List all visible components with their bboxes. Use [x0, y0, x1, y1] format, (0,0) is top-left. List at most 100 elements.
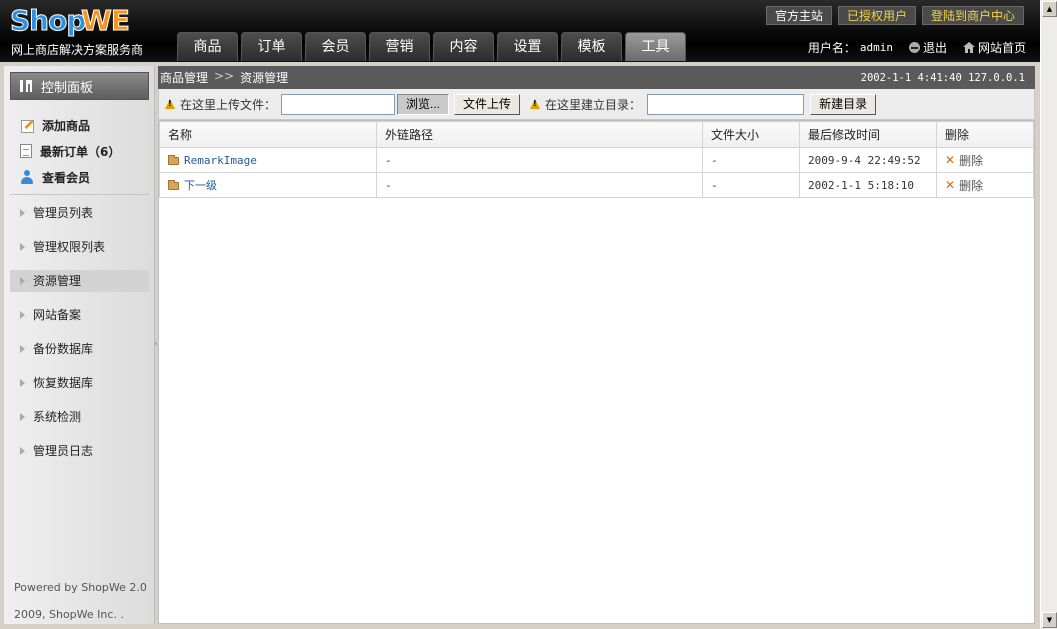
folder-icon — [168, 154, 179, 165]
control-panel-title: 控制面板 — [41, 80, 94, 96]
col-file-size[interactable]: 文件大小 — [702, 121, 800, 148]
top-header: Shop WE 网上商店解决方案服务商 官方主站 已授权用户 登陆到商户中心 商… — [0, 0, 1040, 62]
arrow-right-icon — [20, 413, 25, 421]
arrow-right-icon — [20, 277, 25, 285]
warning-icon — [530, 99, 541, 109]
scroll-down-button[interactable]: ▼ — [1042, 612, 1057, 628]
sidebar-item-backup-db[interactable]: 备份数据库 — [10, 338, 149, 360]
mkdir-label: 在这里建立目录： — [545, 97, 642, 112]
table-header-row: 名称 外链路径 文件大小 最后修改时间 删除 — [159, 121, 1034, 148]
file-name[interactable]: 下一级 — [184, 179, 217, 192]
delete-button[interactable]: ✕ 删除 — [945, 177, 1033, 194]
sidebar-item-admin-list[interactable]: 管理员列表 — [10, 202, 149, 224]
folder-icon — [168, 180, 179, 190]
logo-shop-text: Shop — [9, 4, 86, 38]
sidebar-footer: Powered by ShopWe 2.0 2009, ShopWe Inc. … — [14, 574, 147, 628]
table-row: 下一级 - - 2002-1-1 5:18:10 ✕ 删除 — [159, 172, 1034, 198]
delete-label: 删除 — [959, 153, 984, 168]
browse-button[interactable]: 浏览... — [397, 93, 450, 115]
merchant-center-link[interactable]: 登陆到商户中心 — [921, 6, 1024, 25]
upload-label: 在这里上传文件： — [180, 97, 277, 112]
arrow-right-icon — [20, 311, 25, 319]
upload-file-input[interactable] — [281, 93, 396, 115]
file-name[interactable]: RemarkImage — [184, 154, 257, 167]
tab-members[interactable]: 会员 — [305, 32, 366, 61]
arrow-right-icon — [20, 379, 25, 387]
tab-orders[interactable]: 订单 — [241, 32, 302, 61]
file-name-cell[interactable]: 下一级 — [159, 172, 377, 198]
copyright-text: 2009, ShopWe Inc. . — [14, 608, 124, 621]
link-path-cell: - — [376, 172, 703, 198]
tab-templates[interactable]: 模板 — [561, 32, 622, 61]
vertical-scrollbar[interactable]: ▲ ▼ — [1040, 0, 1057, 629]
table-row: RemarkImage - - 2009-9-4 22:49:52 ✕ 删除 — [159, 147, 1034, 173]
minus-circle-icon — [908, 42, 920, 53]
modified-cell: 2002-1-1 5:18:10 — [799, 172, 937, 198]
edit-icon — [20, 118, 34, 133]
delete-label: 删除 — [959, 178, 984, 193]
user-icon — [20, 170, 34, 184]
sidebar-item-system-check[interactable]: 系统检测 — [10, 406, 149, 428]
modified-cell: 2009-9-4 22:49:52 — [799, 147, 937, 173]
tab-products[interactable]: 商品 — [177, 32, 238, 61]
datetime-ip-stamp: 2002-1-1 4:41:40 127.0.0.1 — [860, 71, 1025, 84]
logout-label: 退出 — [922, 41, 947, 55]
scroll-up-button[interactable]: ▲ — [1042, 1, 1057, 17]
sidebar: 控制面板 添加商品 最新订单（6） 查看会员 管理员列表 管理权限列表 资源管理 — [4, 66, 155, 624]
col-delete: 删除 — [936, 121, 1034, 148]
delete-x-icon: ✕ — [945, 178, 956, 192]
sidebar-item-site-filing[interactable]: 网站备案 — [10, 304, 149, 326]
logout-link[interactable]: 退出 — [908, 39, 947, 56]
sidebar-item-admin-log[interactable]: 管理员日志 — [10, 440, 149, 462]
control-panel-header[interactable]: 控制面板 — [10, 72, 149, 100]
username-label: 用户名： — [807, 41, 856, 55]
arrow-right-icon — [20, 447, 25, 455]
add-product-link[interactable]: 添加商品 — [20, 112, 120, 138]
home-icon — [962, 42, 975, 53]
view-members-link[interactable]: 查看会员 — [20, 164, 120, 190]
main-nav: 商品 订单 会员 营销 内容 设置 模板 工具 — [177, 32, 686, 61]
arrow-right-icon — [20, 345, 25, 353]
col-link-path[interactable]: 外链路径 — [376, 121, 703, 148]
tools-menu: 管理员列表 管理权限列表 资源管理 网站备案 备份数据库 恢复数据库 系统检测 — [10, 202, 149, 474]
file-table: 名称 外链路径 文件大小 最后修改时间 删除 RemarkImage - - 2… — [159, 121, 1034, 198]
site-home-link[interactable]: 网站首页 — [962, 39, 1026, 56]
delete-button[interactable]: ✕ 删除 — [945, 152, 1033, 169]
sidebar-divider — [10, 194, 149, 195]
col-name[interactable]: 名称 — [159, 121, 377, 148]
upload-button[interactable]: 文件上传 — [454, 93, 521, 115]
tools-icon — [19, 79, 34, 93]
breadcrumb-products[interactable]: 商品管理 — [160, 69, 208, 86]
tab-marketing[interactable]: 营销 — [369, 32, 430, 61]
file-size-cell: - — [702, 172, 800, 198]
sidebar-item-label: 管理员列表 — [33, 206, 94, 220]
tab-tools[interactable]: 工具 — [625, 32, 686, 61]
site-home-label: 网站首页 — [977, 41, 1026, 55]
tab-content[interactable]: 内容 — [433, 32, 494, 61]
sidebar-item-label: 管理权限列表 — [33, 240, 106, 254]
sidebar-item-label: 恢复数据库 — [33, 376, 94, 390]
new-directory-button[interactable]: 新建目录 — [810, 93, 877, 115]
licensed-user-link[interactable]: 已授权用户 — [837, 6, 916, 25]
official-site-link[interactable]: 官方主站 — [765, 6, 832, 25]
directory-name-input[interactable] — [647, 93, 805, 115]
file-name-cell[interactable]: RemarkImage — [159, 147, 377, 173]
user-bar: 用户名： admin 退出 网站首页 — [808, 39, 1026, 56]
arrow-right-icon — [20, 243, 25, 251]
warning-icon — [165, 99, 175, 109]
col-modified[interactable]: 最后修改时间 — [799, 121, 937, 148]
latest-orders-link[interactable]: 最新订单（6） — [20, 138, 120, 164]
shopwe-logo[interactable]: Shop WE — [9, 4, 130, 38]
add-product-label: 添加商品 — [42, 118, 91, 133]
file-size-cell: - — [702, 147, 800, 173]
sidebar-item-restore-db[interactable]: 恢复数据库 — [10, 372, 149, 394]
latest-orders-label: 最新订单（6） — [40, 144, 121, 159]
powered-by-text: Powered by ShopWe 2.0 — [14, 581, 147, 594]
breadcrumb: 商品管理 >> 资源管理 — [160, 69, 288, 86]
tab-settings[interactable]: 设置 — [497, 32, 558, 61]
sidebar-item-resource-management[interactable]: 资源管理 — [10, 270, 149, 292]
delete-x-icon: ✕ — [945, 153, 956, 167]
breadcrumb-separator: >> — [214, 69, 235, 83]
sidebar-item-permission-list[interactable]: 管理权限列表 — [10, 236, 149, 258]
link-path-cell: - — [376, 147, 703, 173]
